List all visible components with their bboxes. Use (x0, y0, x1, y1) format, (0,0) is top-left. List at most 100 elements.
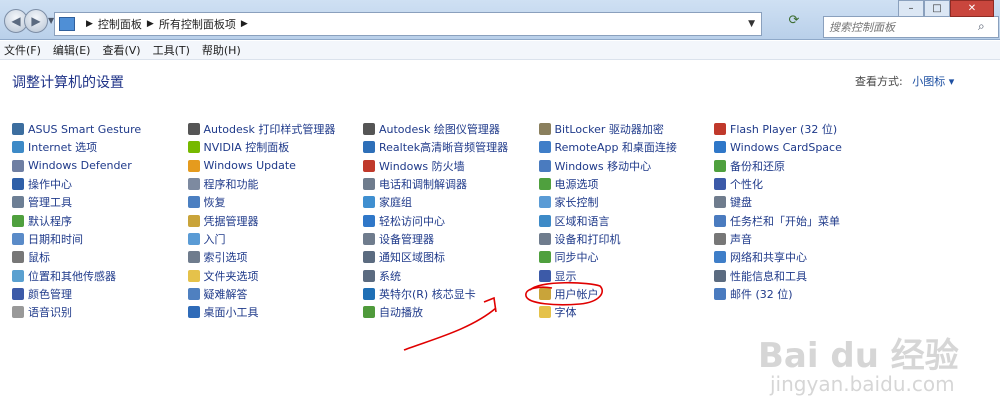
control-panel-item[interactable]: 入门 (187, 230, 364, 248)
control-panel-item-label: 索引选项 (203, 251, 248, 265)
control-panel-item-label: 凭据管理器 (203, 214, 259, 228)
chevron-right-icon[interactable]: ▶ (147, 19, 154, 29)
control-panel-item[interactable]: 鼠标 (12, 248, 188, 266)
search-icon[interactable]: ⌕ (978, 19, 985, 34)
menu-file[interactable]: 文件(F) (4, 42, 41, 58)
chevron-right-icon[interactable]: ▶ (241, 19, 248, 29)
address-bar[interactable]: ▶ 控制面板 ▶ 所有控制面板项 ▶ ▼ (54, 12, 762, 36)
control-panel-item[interactable]: Windows CardSpace (714, 138, 890, 156)
control-panel-item[interactable]: 设备管理器 (363, 230, 539, 248)
control-panel-item-label: 入门 (203, 232, 226, 246)
control-panel-item[interactable]: NVIDIA 控制面板 (187, 138, 364, 156)
menu-view[interactable]: 查看(V) (102, 42, 140, 58)
control-panel-item-icon (538, 306, 551, 319)
control-panel-item[interactable]: 文件夹选项 (187, 266, 364, 284)
maximize-button[interactable]: □ (924, 0, 950, 17)
breadcrumb-all-items[interactable]: 所有控制面板项 (159, 16, 236, 32)
control-panel-item-icon (714, 287, 726, 300)
control-panel-item[interactable]: 用户帐户 (538, 285, 715, 303)
control-panel-item[interactable]: 颜色管理 (12, 285, 188, 303)
control-panel-item-icon (714, 214, 726, 227)
search-input[interactable] (823, 16, 999, 38)
control-panel-item[interactable]: Windows 防火墙 (363, 157, 539, 175)
control-panel-item-icon (12, 251, 24, 264)
control-panel-item[interactable]: 索引选项 (187, 248, 364, 266)
control-panel-item[interactable]: Flash Player (32 位) (714, 120, 890, 138)
view-by-dropdown[interactable]: 小图标 ▾ (912, 75, 954, 88)
menu-tools[interactable]: 工具(T) (153, 42, 190, 58)
control-panel-item[interactable]: 个性化 (714, 175, 890, 193)
control-panel-item-label: 家庭组 (379, 196, 412, 210)
control-panel-item[interactable]: 显示 (538, 266, 715, 284)
control-panel-item-label: 颜色管理 (28, 287, 72, 301)
control-panel-item[interactable]: 备份和还原 (714, 157, 890, 175)
control-panel-item[interactable]: 语音识别 (12, 303, 188, 321)
breadcrumb-control-panel[interactable]: 控制面板 (98, 16, 142, 32)
control-panel-item[interactable]: RemoteApp 和桌面连接 (538, 138, 715, 156)
refresh-icon[interactable]: ⟳ (784, 13, 804, 35)
control-panel-item-icon (538, 178, 551, 191)
control-panel-item[interactable]: 字体 (538, 303, 715, 321)
control-panel-item-label: 默认程序 (28, 214, 72, 228)
control-panel-item[interactable]: 恢复 (187, 193, 364, 211)
control-panel-item[interactable]: 操作中心 (12, 175, 188, 193)
control-panel-item[interactable]: Windows 移动中心 (538, 157, 715, 175)
control-panel-item[interactable]: 网络和共享中心 (714, 248, 890, 266)
control-panel-item[interactable]: 声音 (714, 230, 890, 248)
control-panel-item[interactable]: Autodesk 打印样式管理器 (187, 120, 364, 138)
control-panel-item-icon (714, 196, 726, 209)
control-panel-item-label: Windows 移动中心 (554, 159, 652, 173)
control-panel-item-icon (12, 214, 24, 227)
control-panel-item-icon (187, 178, 200, 191)
control-panel-item[interactable]: 桌面小工具 (187, 303, 364, 321)
control-panel-item[interactable]: 自动播放 (363, 303, 539, 321)
back-arrow-icon: ◀ (11, 14, 21, 28)
control-panel-item-label: 轻松访问中心 (379, 214, 445, 228)
control-panel-item[interactable]: 管理工具 (12, 193, 188, 211)
control-panel-item[interactable]: BitLocker 驱动器加密 (538, 120, 715, 138)
control-panel-item[interactable]: 位置和其他传感器 (12, 266, 188, 284)
menu-help[interactable]: 帮助(H) (202, 42, 241, 58)
control-panel-item[interactable]: Windows Update (187, 157, 364, 175)
control-panel-item[interactable]: 电话和调制解调器 (363, 175, 539, 193)
control-panel-item-icon (538, 232, 551, 245)
menu-edit[interactable]: 编辑(E) (53, 42, 91, 58)
close-button[interactable]: ✕ (950, 0, 994, 17)
control-panel-item[interactable]: 区域和语言 (538, 211, 715, 229)
control-panel-item[interactable]: 疑难解答 (187, 285, 364, 303)
control-panel-item[interactable]: 家庭组 (363, 193, 539, 211)
control-panel-item[interactable]: Realtek高清晰音频管理器 (363, 138, 539, 156)
control-panel-item-label: 区域和语言 (554, 214, 610, 228)
control-panel-item[interactable]: 设备和打印机 (538, 230, 715, 248)
control-panel-item-icon (714, 178, 726, 191)
control-panel-item[interactable]: 键盘 (714, 193, 890, 211)
control-panel-item-label: 鼠标 (28, 251, 50, 265)
control-panel-item-label: Autodesk 绘图仪管理器 (379, 123, 500, 137)
control-panel-item[interactable]: Autodesk 绘图仪管理器 (363, 120, 539, 138)
control-panel-item[interactable]: Internet 选项 (12, 138, 188, 156)
control-panel-item[interactable]: 电源选项 (538, 175, 715, 193)
control-panel-item[interactable]: 日期和时间 (12, 230, 188, 248)
control-panel-item[interactable]: 程序和功能 (187, 175, 364, 193)
control-panel-item[interactable]: 系统 (363, 266, 539, 284)
control-panel-item[interactable]: 凭据管理器 (187, 211, 364, 229)
control-panel-item-label: 操作中心 (28, 178, 72, 192)
forward-button[interactable]: ▶ (24, 9, 48, 33)
control-panel-item[interactable]: 同步中心 (538, 248, 715, 266)
control-panel-item[interactable]: Windows Defender (12, 157, 188, 175)
control-panel-item[interactable]: 通知区域图标 (363, 248, 539, 266)
control-panel-item[interactable]: 默认程序 (12, 211, 188, 229)
control-panel-item[interactable]: 性能信息和工具 (714, 266, 890, 284)
control-panel-item-icon (538, 214, 551, 227)
control-panel-item[interactable]: 轻松访问中心 (363, 211, 539, 229)
minimize-button[interactable]: – (898, 0, 924, 17)
control-panel-item[interactable]: 家长控制 (538, 193, 715, 211)
control-panel-item[interactable]: 邮件 (32 位) (714, 285, 890, 303)
address-dropdown-icon[interactable]: ▼ (748, 19, 755, 29)
control-panel-item[interactable]: 英特尔(R) 核芯显卡 (363, 285, 539, 303)
control-panel-item[interactable]: 任务栏和「开始」菜单 (714, 211, 890, 229)
chevron-right-icon[interactable]: ▶ (86, 19, 93, 29)
control-panel-item[interactable]: ASUS Smart Gesture (12, 120, 188, 138)
control-panel-item-icon (187, 123, 200, 136)
control-panel-item-icon (363, 123, 375, 136)
